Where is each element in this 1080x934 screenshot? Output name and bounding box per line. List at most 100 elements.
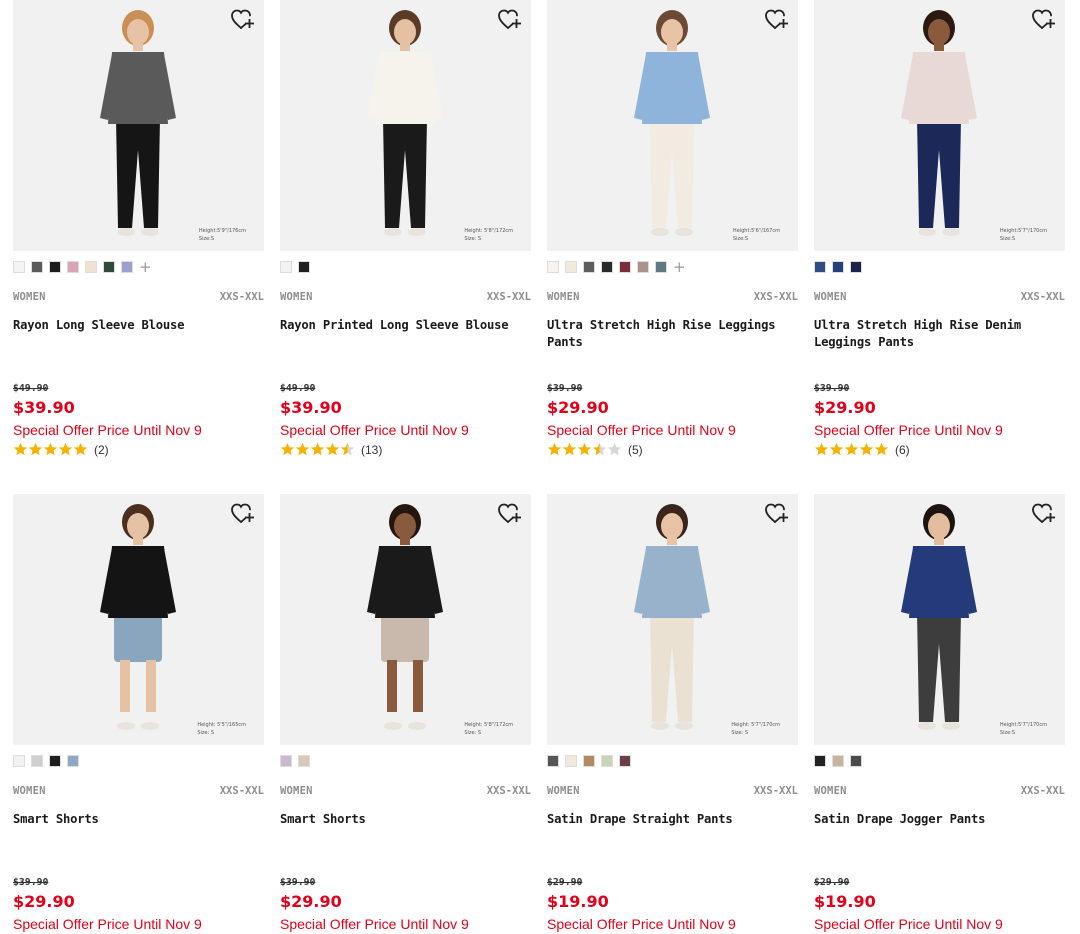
product-card[interactable]: Height:5'7"/170cm Size:S WOMEN XXS-XXL Satin… [814,494,1065,932]
heart-plus-icon[interactable] [497,8,523,32]
heart-plus-icon[interactable] [1031,502,1057,526]
product-image[interactable]: Height: 5'8"/172cm Size: S [280,0,531,251]
heart-plus-icon[interactable] [230,502,256,526]
product-image[interactable]: Height:5'6"/167cm Size:S [547,0,798,251]
star-icon [325,441,340,460]
more-colors-icon[interactable]: + [673,260,686,275]
product-name[interactable]: Rayon Long Sleeve Blouse [13,317,264,334]
color-swatch[interactable] [121,261,133,273]
color-swatch[interactable] [637,261,649,273]
star-icon [340,441,355,460]
star-icon [280,441,295,460]
sale-price: $39.90 [13,398,75,417]
color-swatch[interactable] [280,261,292,273]
product-card[interactable]: Height: 5'8"/172cm Size: S WOMEN XXS-XXL Sma… [280,494,531,932]
review-count[interactable]: (13) [361,443,382,457]
star-icon [13,441,28,460]
star-icon [844,441,859,460]
sale-price: $29.90 [13,892,75,911]
star-rating[interactable]: (6) [814,442,910,458]
color-swatch[interactable] [67,755,79,767]
size-range: XXS-XXL [486,291,531,303]
heart-plus-icon[interactable] [764,8,790,32]
promo-text: Special Offer Price Until Nov 9 [814,916,1003,932]
star-icon [295,441,310,460]
heart-plus-icon[interactable] [764,502,790,526]
color-swatch[interactable] [67,261,79,273]
product-image[interactable]: Height: 5'7"/170cm Size: S [547,494,798,745]
star-rating[interactable]: (2) [13,442,109,458]
color-swatch[interactable] [280,755,292,767]
original-price: $29.90 [814,877,850,888]
color-swatch[interactable] [565,261,577,273]
color-swatch[interactable] [850,261,862,273]
color-swatch[interactable] [49,261,61,273]
gender-label: WOMEN [814,291,847,303]
color-swatch[interactable] [13,755,25,767]
product-image[interactable]: Height: 5'8"/172cm Size: S [280,494,531,745]
color-swatch[interactable] [619,755,631,767]
product-name[interactable]: Satin Drape Jogger Pants [814,811,1065,828]
color-swatch[interactable] [547,261,559,273]
color-swatch[interactable] [655,261,667,273]
color-swatch[interactable] [601,755,613,767]
color-swatch[interactable] [850,755,862,767]
star-icon [43,441,58,460]
heart-plus-icon[interactable] [1031,8,1057,32]
color-swatches [814,753,868,769]
color-swatch[interactable] [298,261,310,273]
product-card[interactable]: Height:5'6"/167cm Size:S + WOMEN XXS-XXL Ultr… [547,0,798,457]
heart-plus-icon[interactable] [497,502,523,526]
color-swatch[interactable] [601,261,613,273]
review-count[interactable]: (6) [895,443,910,457]
more-colors-icon[interactable]: + [139,260,152,275]
color-swatch[interactable] [13,261,25,273]
gender-label: WOMEN [547,785,580,797]
review-count[interactable]: (5) [628,443,643,457]
color-swatch[interactable] [49,755,61,767]
product-image[interactable]: Height:5'9"/176cm Size:S [13,0,264,251]
color-swatch[interactable] [85,261,97,273]
color-swatch[interactable] [619,261,631,273]
product-name[interactable]: Smart Shorts [13,811,264,828]
product-image[interactable]: Height:5'7"/170cm Size:S [814,494,1065,745]
heart-plus-icon[interactable] [230,8,256,32]
product-name[interactable]: Satin Drape Straight Pants [547,811,798,828]
original-price: $49.90 [13,383,49,394]
color-swatches [280,753,316,769]
color-swatch[interactable] [31,261,43,273]
promo-text: Special Offer Price Until Nov 9 [280,422,469,438]
star-icon [73,441,88,460]
product-image[interactable]: Height:5'7"/170cm Size:S [814,0,1065,251]
product-card[interactable]: Height: 5'8"/172cm Size: S WOMEN XXS-XXL Ray… [280,0,531,457]
model-info-line: Size: S [464,236,482,242]
color-swatch[interactable] [565,755,577,767]
product-card[interactable]: Height: 5'5"/165cm Size: S WOMEN XXS-XXL Sma… [13,494,264,932]
color-swatch[interactable] [298,755,310,767]
product-image[interactable]: Height: 5'5"/165cm Size: S [13,494,264,745]
promo-text: Special Offer Price Until Nov 9 [280,916,469,932]
product-name[interactable]: Ultra Stretch High Rise Denim Leggings P… [814,317,1065,351]
sale-price: $29.90 [814,398,876,417]
color-swatch[interactable] [814,261,826,273]
review-count[interactable]: (2) [94,443,109,457]
color-swatch[interactable] [583,261,595,273]
color-swatch[interactable] [31,755,43,767]
product-card[interactable]: Height:5'7"/170cm Size:S WOMEN XXS-XXL Ultra… [814,0,1065,457]
color-swatch[interactable] [583,755,595,767]
color-swatch[interactable] [832,755,844,767]
star-rating[interactable]: (5) [547,442,643,458]
color-swatch[interactable] [832,261,844,273]
product-name[interactable]: Rayon Printed Long Sleeve Blouse [280,317,531,334]
product-name[interactable]: Smart Shorts [280,811,531,828]
product-name[interactable]: Ultra Stretch High Rise Leggings Pants [547,317,798,351]
star-rating[interactable]: (13) [280,442,382,458]
color-swatch[interactable] [547,755,559,767]
color-swatch[interactable] [103,261,115,273]
color-swatch[interactable] [814,755,826,767]
product-card[interactable]: Height: 5'7"/170cm Size: S WOMEN XXS-XXL Sat… [547,494,798,932]
gender-label: WOMEN [280,291,313,303]
star-icon [829,441,844,460]
original-price: $29.90 [547,877,583,888]
product-card[interactable]: Height:5'9"/176cm Size:S + WOMEN XXS-XXL Rayo… [13,0,264,457]
